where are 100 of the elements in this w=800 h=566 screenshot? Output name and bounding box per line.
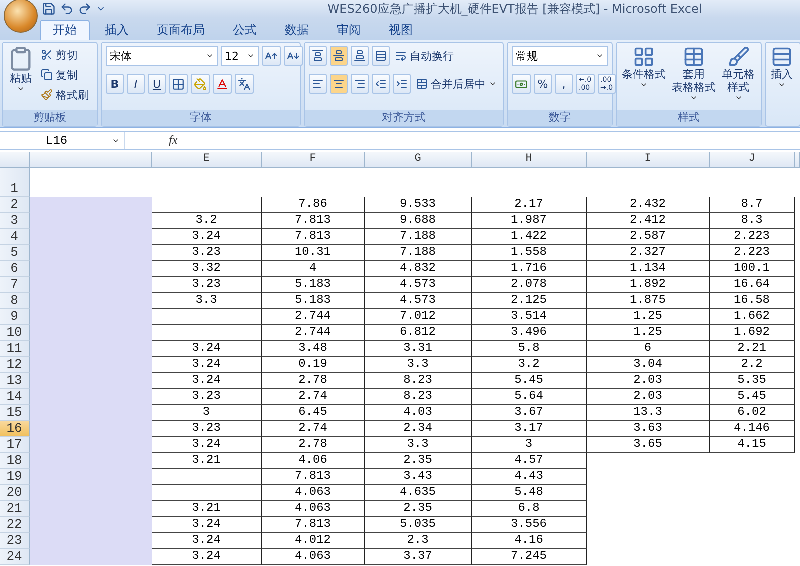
row-header[interactable]: 18 xyxy=(0,453,30,469)
ribbon-tab[interactable]: 插入 xyxy=(92,20,142,40)
table-cell: 3.24 xyxy=(152,229,262,245)
ribbon-tab[interactable]: 审阅 xyxy=(324,20,374,40)
style-button[interactable]: 单元格 样式 xyxy=(721,46,756,107)
caret-icon xyxy=(734,94,742,102)
font-style-button[interactable]: I xyxy=(127,74,145,94)
row-header[interactable]: 10 xyxy=(0,325,30,341)
font-style-button[interactable]: U xyxy=(148,74,166,94)
fill-color-button[interactable] xyxy=(191,74,210,94)
row-header[interactable]: 7 xyxy=(0,277,30,293)
row-header[interactable]: 9 xyxy=(0,309,30,325)
phonetic-button[interactable] xyxy=(235,74,254,94)
column-header[interactable]: F xyxy=(262,152,365,168)
number-format-field[interactable]: 常规 xyxy=(512,46,608,66)
font-style-button[interactable]: B xyxy=(106,74,124,94)
vertical-align-button[interactable] xyxy=(330,46,348,66)
font-size-field[interactable]: 12 xyxy=(221,46,259,66)
style-button[interactable]: 条件格式 xyxy=(621,46,667,107)
column-header[interactable]: E xyxy=(152,152,262,168)
row-header[interactable]: 16 xyxy=(0,421,30,437)
wrap-text-button[interactable]: 自动换行 xyxy=(393,47,456,65)
insert-rows-icon xyxy=(771,46,793,68)
row-header[interactable]: 21 xyxy=(0,501,30,517)
ribbon-tab[interactable]: 公式 xyxy=(220,20,270,40)
ribbon-tab[interactable]: 开始 xyxy=(40,20,90,40)
insert-button[interactable]: 插入 xyxy=(770,46,794,123)
column-header[interactable]: H xyxy=(472,152,587,168)
table-cell: 5.8 xyxy=(472,341,587,357)
orientation-button[interactable] xyxy=(372,46,390,66)
align-icon xyxy=(312,78,324,90)
horizontal-align-button[interactable] xyxy=(351,74,369,94)
insert-function-button[interactable]: fx xyxy=(163,133,184,148)
table-cell: 2.35 xyxy=(365,501,472,517)
row-header[interactable]: 8 xyxy=(0,293,30,309)
vertical-align-button[interactable] xyxy=(351,46,369,66)
vertical-align-button[interactable] xyxy=(309,46,327,66)
format-painter-button[interactable]: 格式刷 xyxy=(39,86,91,104)
copy-button[interactable]: 复制 xyxy=(39,66,91,84)
table-cell: 3.23 xyxy=(152,277,262,293)
table-cell: 9.533 xyxy=(365,197,472,213)
row-header[interactable]: 19 xyxy=(0,469,30,485)
row-header[interactable]: 23 xyxy=(0,533,30,549)
ribbon-tab[interactable]: 页面布局 xyxy=(144,20,218,40)
table-cell: 2.078 xyxy=(472,277,587,293)
table-cell: 4 xyxy=(262,261,365,277)
row-header[interactable]: 24 xyxy=(0,549,30,565)
decrease-indent-button[interactable] xyxy=(372,74,390,94)
table-cell: 3.2 xyxy=(152,213,262,229)
row-header[interactable]: 6 xyxy=(0,261,30,277)
row-header[interactable]: 14 xyxy=(0,389,30,405)
horizontal-align-button[interactable] xyxy=(330,74,348,94)
table-cell: 3.21 xyxy=(152,453,262,469)
column-header[interactable]: I xyxy=(587,152,710,168)
table-cell: 7.813 xyxy=(262,469,365,485)
row-header[interactable]: 4 xyxy=(0,229,30,245)
style-button[interactable]: 套用 表格格式 xyxy=(671,46,717,107)
currency-button[interactable] xyxy=(512,74,531,94)
cut-button[interactable]: 剪切 xyxy=(39,46,91,64)
ribbon-tab[interactable]: 视图 xyxy=(376,20,426,40)
font-name-field[interactable]: 宋体 xyxy=(106,46,218,66)
table-cell: 8.23 xyxy=(365,389,472,405)
copy-icon xyxy=(41,69,53,81)
table-cell: 16.58 xyxy=(710,293,795,309)
name-box[interactable]: L16 xyxy=(0,132,125,149)
grow-font-button[interactable] xyxy=(262,46,281,66)
row-header[interactable]: 5 xyxy=(0,245,30,261)
comma-button[interactable]: , xyxy=(555,74,573,94)
caret-icon xyxy=(489,80,497,88)
table-cell: 2.412 xyxy=(587,213,710,229)
table-cell: 1.662 xyxy=(710,309,795,325)
row-header[interactable]: 22 xyxy=(0,517,30,533)
caret-icon xyxy=(778,81,786,89)
row-header[interactable]: 15 xyxy=(0,405,30,421)
row-header[interactable]: 11 xyxy=(0,341,30,357)
horizontal-align-button[interactable] xyxy=(309,74,327,94)
row-header[interactable]: 13 xyxy=(0,373,30,389)
column-header[interactable]: J xyxy=(710,152,795,168)
row-header[interactable]: 1 xyxy=(0,168,30,197)
table-cell: 7.813 xyxy=(262,213,365,229)
ribbon-tab[interactable]: 数据 xyxy=(272,20,322,40)
table-cell: 4.063 xyxy=(262,549,365,565)
borders-button[interactable] xyxy=(169,74,188,94)
shrink-font-button[interactable] xyxy=(284,46,303,66)
merge-center-button[interactable]: 合并后居中 xyxy=(414,75,499,93)
table-cell: 4.15 xyxy=(710,437,795,453)
percent-button[interactable]: % xyxy=(534,74,552,94)
align-icon xyxy=(333,78,345,90)
table-cell: 2.432 xyxy=(587,197,710,213)
row-header[interactable]: 2 xyxy=(0,197,30,213)
row-header[interactable]: 3 xyxy=(0,213,30,229)
column-header[interactable]: G xyxy=(365,152,472,168)
font-color-button[interactable] xyxy=(213,74,232,94)
paste-button[interactable]: 粘贴 xyxy=(7,46,35,107)
table-cell: 4.573 xyxy=(365,293,472,309)
row-header[interactable]: 12 xyxy=(0,357,30,373)
row-header[interactable]: 17 xyxy=(0,437,30,453)
increase-indent-button[interactable] xyxy=(393,74,411,94)
office-button[interactable] xyxy=(4,0,38,33)
row-header[interactable]: 20 xyxy=(0,485,30,501)
